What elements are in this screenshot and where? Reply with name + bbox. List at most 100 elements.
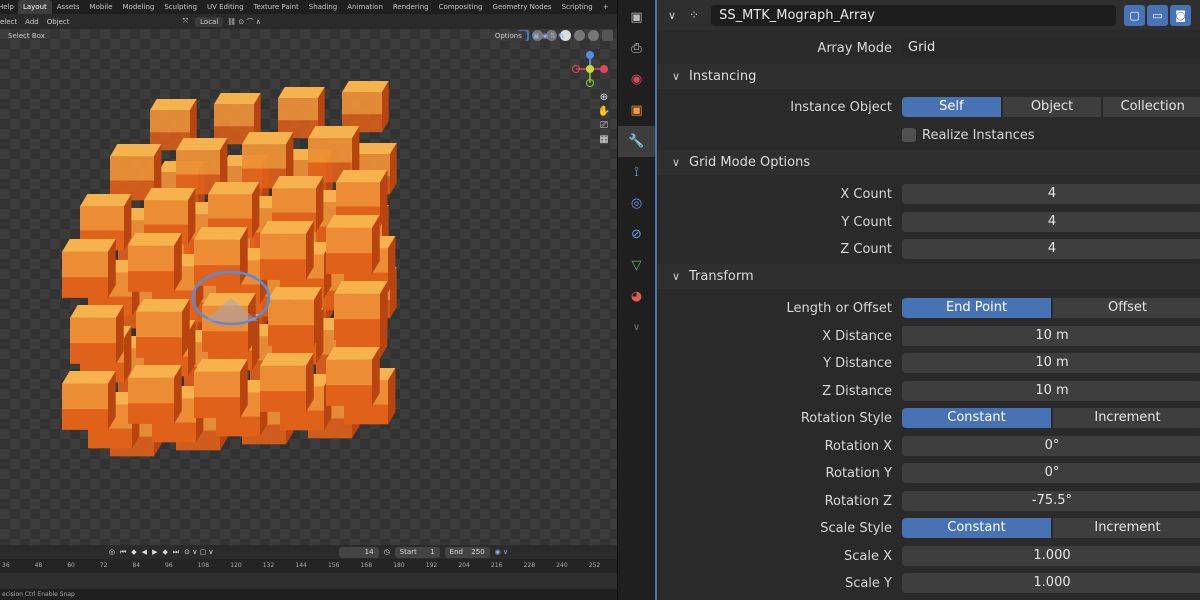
rotation-style-label: Rotation Style — [800, 410, 892, 426]
grid-perspective-icon[interactable]: ▦ — [597, 134, 611, 145]
next-key-icon[interactable]: ◆ — [162, 548, 167, 556]
end-point-option[interactable]: End Point — [902, 298, 1051, 318]
rotation-constant-option[interactable]: Constant — [902, 408, 1051, 428]
start-frame-field[interactable]: Start 1 — [394, 546, 440, 558]
tab-object[interactable]: ▣ — [618, 95, 655, 126]
x-distance-field[interactable]: 10 m — [902, 326, 1200, 346]
tab-material[interactable]: ◕ — [618, 281, 655, 312]
prev-key-icon[interactable]: ◆ — [131, 548, 136, 556]
offset-option[interactable]: Offset — [1053, 298, 1200, 318]
tab-data[interactable]: ▽ — [618, 250, 655, 281]
z-count-field[interactable]: 4 — [902, 239, 1200, 259]
keyframe-area[interactable] — [0, 573, 617, 589]
workspace-tab-scripting[interactable]: Scripting — [557, 0, 598, 14]
transform-panel-header[interactable]: ∨ Transform — [657, 264, 1200, 289]
help-menu[interactable]: Help — [0, 0, 18, 14]
scale-x-field[interactable]: 1.000 — [902, 546, 1200, 566]
snap-icons[interactable]: ▣ ◉ ⇅ ⇆ — [533, 32, 564, 40]
navigation-gizmo[interactable] — [566, 47, 614, 95]
3d-viewport-area[interactable]: Help Layout Assets Mobile Modeling Sculp… — [0, 0, 617, 600]
rotation-z-field[interactable]: -75.5° — [902, 491, 1200, 511]
clock-icon[interactable]: ◷ — [384, 548, 390, 556]
workspace-tab-compositing[interactable]: Compositing — [434, 0, 488, 14]
select-box-dropdown[interactable]: Select Box — [3, 31, 50, 41]
transform-orientation-icon[interactable]: ⤧ — [179, 17, 193, 26]
jump-end-icon[interactable]: ⏭ — [173, 548, 179, 557]
workspace-tab-layout[interactable]: Layout — [17, 0, 52, 14]
pan-hand-icon[interactable]: ✋ — [597, 106, 611, 117]
realize-instances-checkbox[interactable] — [902, 128, 916, 142]
keying-icon[interactable]: ⊙ ∨ ▢ ∨ — [184, 548, 213, 556]
current-frame-field[interactable]: 14 — [338, 546, 379, 558]
play-reverse-icon[interactable]: ◀ — [142, 548, 147, 556]
modifier-name-field[interactable]: SS_MTK_Mograph_Array — [711, 4, 1117, 26]
instancing-panel-header[interactable]: ∨ Instancing — [657, 64, 1200, 89]
scale-y-field[interactable]: 1.000 — [902, 573, 1200, 593]
tab-world[interactable]: ◉ — [618, 64, 655, 95]
frame-ruler[interactable]: 36 48 60 72 84 96 108 120 132 144 156 168 180 192 204 2… — [0, 559, 617, 573]
jump-start-icon[interactable]: ⏮ — [120, 548, 126, 557]
viewport-display-icon[interactable]: ▭ — [1147, 4, 1169, 26]
play-icon[interactable]: ▶ — [152, 548, 157, 556]
workspace-tab-geometry-nodes[interactable]: Geometry Nodes — [488, 0, 557, 14]
workspace-tab-animation[interactable]: Animation — [342, 0, 388, 14]
workspace-tab-modeling[interactable]: Modeling — [118, 0, 160, 14]
zoom-icon[interactable]: ⊕ — [597, 92, 611, 103]
viewport-canvas[interactable] — [0, 29, 617, 545]
tab-render[interactable]: ⎙ — [618, 33, 655, 64]
workspace-tab-shading[interactable]: Shading — [304, 0, 342, 14]
ruler-tick-label: 96 — [165, 562, 173, 569]
add-menu[interactable]: Add — [21, 18, 43, 26]
tab-tool[interactable]: ▣ — [618, 2, 655, 33]
scale-constant-option[interactable]: Constant — [902, 518, 1051, 538]
pivot-icon[interactable]: ⛓ ⊙ ⌒ ∧ — [223, 17, 265, 27]
transform-orientation-dropdown[interactable]: Local — [195, 16, 224, 27]
edit-mode-icon[interactable]: ▢ — [1124, 4, 1146, 26]
render-camera-icon[interactable]: ◙ — [1170, 4, 1192, 26]
instance-object-option[interactable]: Object — [1002, 97, 1102, 117]
z-distance-field[interactable]: 10 m — [902, 381, 1200, 401]
workspace-tab-sculpting[interactable]: Sculpting — [159, 0, 202, 14]
workspace-tab-texture-paint[interactable]: Texture Paint — [249, 0, 304, 14]
array-mode-dropdown[interactable]: Grid — [902, 38, 1200, 58]
chevron-down-icon[interactable]: ∨ — [665, 8, 679, 22]
workspace-tab-assets[interactable]: Assets — [52, 0, 85, 14]
ruler-tick-label: 108 — [197, 562, 210, 569]
tab-modifiers[interactable]: 🔧 — [618, 126, 655, 157]
instance-collection-option[interactable]: Collection — [1103, 97, 1200, 117]
rotation-y-row: Rotation Y 0° — [657, 462, 1200, 484]
tab-more[interactable]: ∨ — [618, 312, 655, 343]
workspace-tab-mobile[interactable]: Mobile — [85, 0, 118, 14]
end-frame-field[interactable]: End 250 — [444, 546, 490, 558]
instance-object-label: Instance Object — [790, 99, 892, 115]
x-count-field[interactable]: 4 — [902, 184, 1200, 204]
instance-self-option[interactable]: Self — [902, 97, 1001, 117]
ruler-tick-label: 36 — [2, 562, 10, 569]
record-icon[interactable]: ◎ — [109, 548, 115, 556]
y-distance-field[interactable]: 10 m — [902, 353, 1200, 373]
camera-view-icon[interactable]: ⎚ — [597, 120, 611, 131]
rotation-increment-option[interactable]: Increment — [1053, 408, 1200, 428]
tab-physics[interactable]: ◎ — [618, 188, 655, 219]
properties-editor: ∨ ⁘ SS_MTK_Mograph_Array ▢ ▭ ◙ Array Mod… — [655, 0, 1200, 600]
scale-style-row: Scale Style Constant Increment — [657, 517, 1200, 539]
ruler-tick-label: 72 — [99, 562, 108, 569]
options-dropdown[interactable]: Options — [489, 31, 527, 41]
add-workspace-button[interactable]: + — [598, 0, 614, 14]
object-menu[interactable]: Object — [43, 18, 74, 26]
workspace-tab-uv-editing[interactable]: UV Editing — [202, 0, 249, 14]
z-count-label: Z Count — [840, 241, 892, 257]
realize-instances-row: Realize Instances — [657, 124, 1200, 146]
y-count-field[interactable]: 4 — [902, 212, 1200, 232]
scale-increment-option[interactable]: Increment — [1053, 518, 1200, 538]
tab-constraints[interactable]: ⊘ — [618, 219, 655, 250]
mograph-cube-array — [62, 81, 397, 457]
select-menu[interactable]: elect — [0, 18, 21, 26]
workspace-tab-rendering[interactable]: Rendering — [388, 0, 434, 14]
timeline-options-icon[interactable]: ◉ ∨ — [495, 548, 508, 556]
tab-particles[interactable]: ⟟ — [618, 157, 655, 188]
rotation-y-field[interactable]: 0° — [902, 463, 1200, 483]
rotation-x-field[interactable]: 0° — [902, 436, 1200, 456]
grid-mode-panel-header[interactable]: ∨ Grid Mode Options — [657, 150, 1200, 175]
wrench-icon: 🔧 — [628, 134, 645, 149]
